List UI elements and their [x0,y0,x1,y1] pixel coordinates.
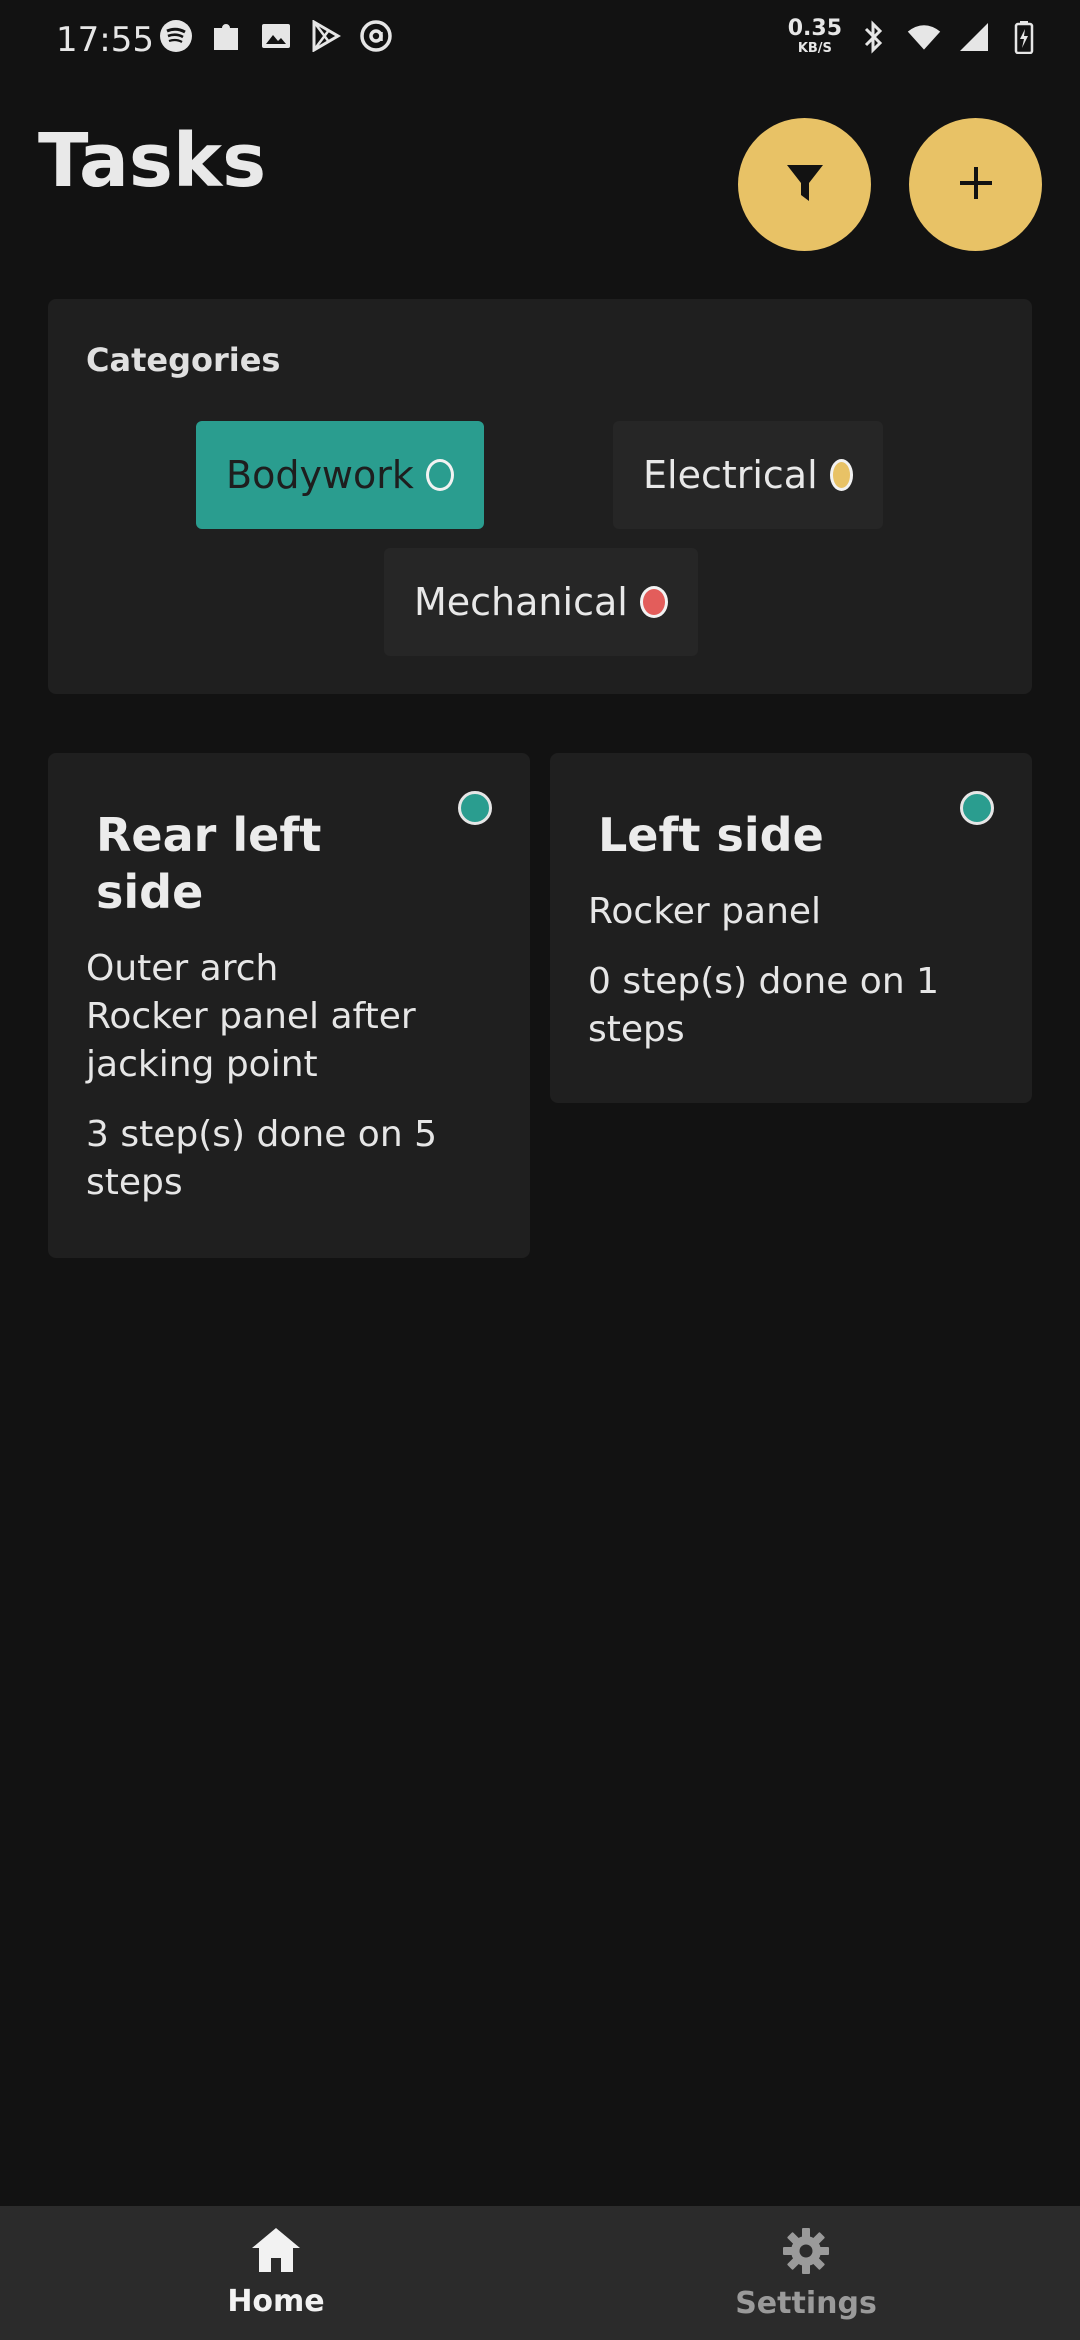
category-color-dot [960,791,994,825]
status-bar: 17:55 0.35 KB/S [0,0,1080,80]
image-icon [258,18,294,54]
task-subtask: Outer arch [86,948,279,989]
status-time: 17:55 [56,20,154,60]
plus-icon [956,163,996,207]
task-title: Left side [598,808,824,862]
nav-label: Home [227,2284,325,2319]
filter-button[interactable] [738,118,871,251]
category-color-dot [829,459,853,491]
nav-settings[interactable]: Settings [686,2226,926,2321]
task-steps: 0 step(s) done on 1 steps [588,961,939,1050]
home-icon [250,2226,302,2278]
task-subtask: Rocker panel [588,891,822,932]
task-card[interactable]: Left side Rocker panel 0 step(s) done on… [550,753,1032,1103]
category-color-dot [458,791,492,825]
nav-label: Settings [735,2286,877,2321]
add-task-button[interactable] [909,118,1042,251]
signal-icon [956,19,992,55]
battery-icon [1006,19,1042,55]
category-chip-mechanical[interactable]: Mechanical [384,548,698,656]
gear-icon [781,2226,831,2280]
puzzle-icon [208,18,244,54]
category-label: Bodywork [226,453,414,497]
task-steps: 3 step(s) done on 5 steps [86,1114,437,1203]
page-title: Tasks [38,118,267,204]
bottom-nav: Home Settings [0,2206,1080,2340]
categories-card: Categories Bodywork Electrical Mechanica… [48,299,1032,694]
spotify-icon [158,18,194,54]
category-label: Mechanical [414,580,628,624]
play-store-icon [308,18,344,54]
category-color-dot [639,586,668,618]
bluetooth-icon [856,19,892,55]
task-subtask: Rocker panel after jacking point [86,996,416,1085]
wifi-icon [906,19,942,55]
categories-title: Categories [86,341,281,379]
nav-home[interactable]: Home [156,2226,396,2319]
category-color-dot [425,459,454,491]
task-card[interactable]: Rear left side Outer arch Rocker panel a… [48,753,530,1258]
net-speed: 0.35 KB/S [787,16,842,56]
notification-icons [158,18,394,54]
category-label: Electrical [643,453,818,497]
category-chip-bodywork[interactable]: Bodywork [196,421,484,529]
task-title: Rear left side [96,808,322,919]
filter-icon [783,161,827,209]
at-sign-icon [358,18,394,54]
system-icons: 0.35 KB/S [788,18,1042,55]
category-chip-electrical[interactable]: Electrical [613,421,883,529]
